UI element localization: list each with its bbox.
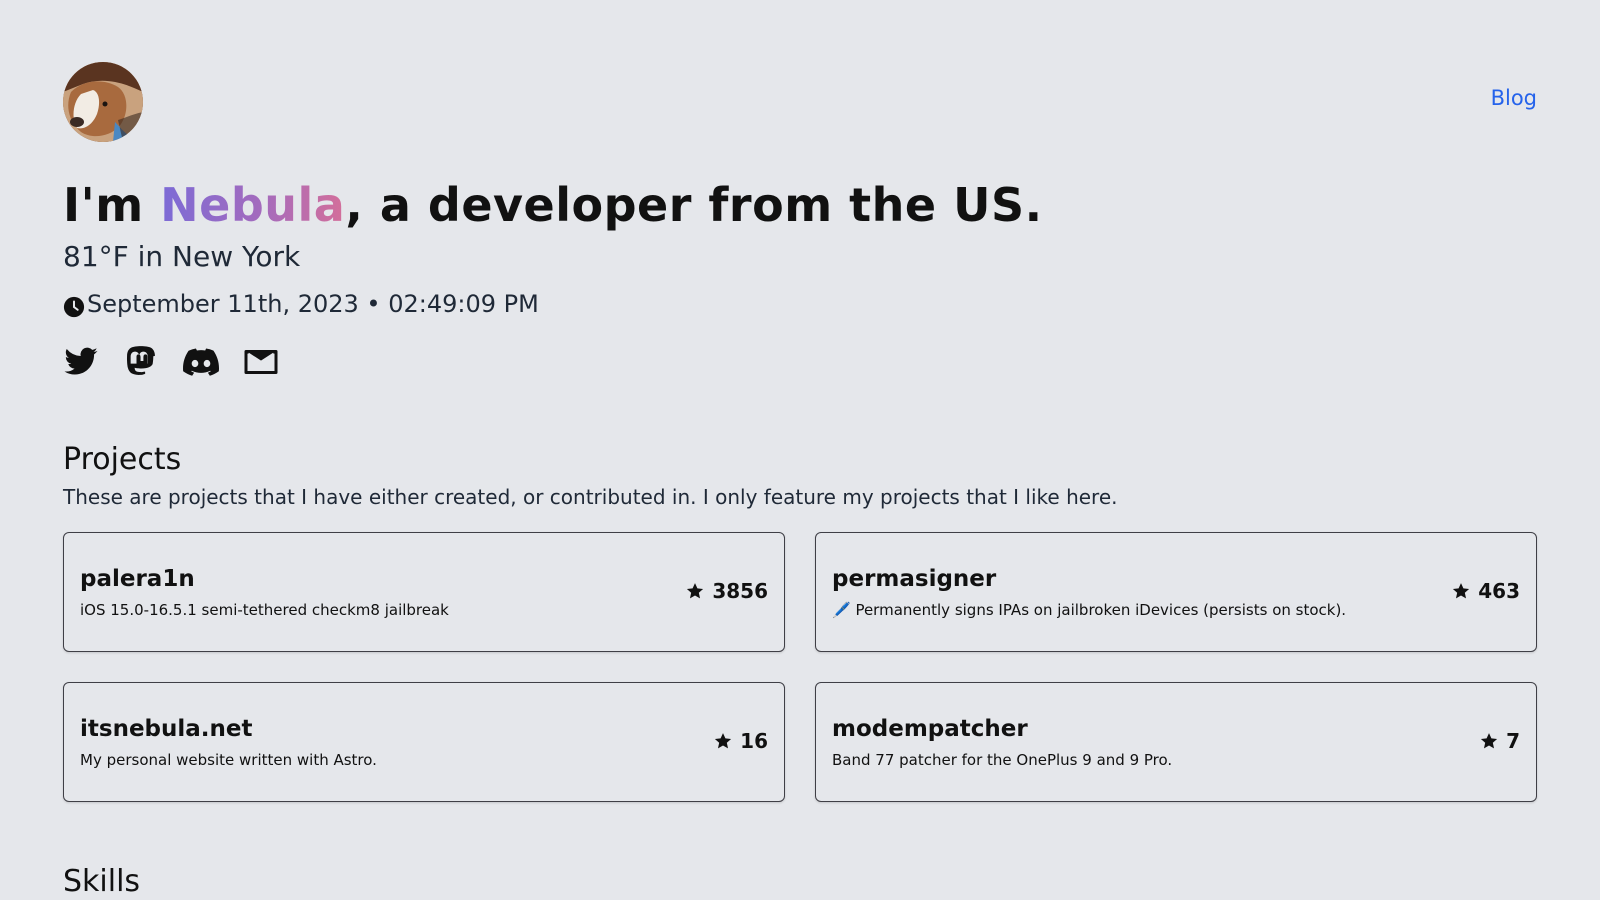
mastodon-link[interactable]: [123, 344, 159, 380]
project-card[interactable]: palera1n iOS 15.0-16.5.1 semi-tethered c…: [63, 532, 785, 652]
project-title: permasigner: [832, 566, 997, 592]
page-title: I'm Nebula, a developer from the US.: [63, 178, 1043, 232]
project-description: Band 77 patcher for the OnePlus 9 and 9 …: [832, 751, 1173, 769]
project-stars: 16: [714, 729, 768, 753]
datetime-text: September 11th, 2023 • 02:49:09 PM: [87, 290, 539, 318]
star-icon: [687, 583, 704, 599]
project-card[interactable]: itsnebula.net My personal website writte…: [63, 682, 785, 802]
project-title: palera1n: [80, 566, 195, 592]
discord-link[interactable]: [183, 344, 219, 380]
headline-name: Nebula: [160, 178, 346, 232]
twitter-link[interactable]: [63, 344, 99, 380]
project-description: iOS 15.0-16.5.1 semi-tethered checkm8 ja…: [80, 601, 449, 619]
headline-prefix: I'm: [63, 178, 161, 232]
project-stars: 463: [1452, 579, 1520, 603]
dog-avatar-icon: [63, 62, 143, 142]
social-links: [63, 344, 279, 380]
blog-link[interactable]: Blog: [1491, 86, 1537, 110]
project-stars: 3856: [686, 579, 768, 603]
project-stars: 7: [1480, 729, 1520, 753]
star-icon: [1453, 583, 1470, 599]
twitter-icon: [64, 347, 98, 375]
top-bar: Blog: [63, 62, 1537, 142]
weather-text: 81°F in New York: [63, 240, 301, 273]
project-card[interactable]: permasigner 🖊️ Permanently signs IPAs on…: [815, 532, 1537, 652]
clock-icon: [63, 296, 85, 318]
projects-grid: palera1n iOS 15.0-16.5.1 semi-tethered c…: [63, 532, 1537, 802]
star-count: 7: [1506, 729, 1520, 753]
projects-heading: Projects: [63, 442, 182, 477]
project-card[interactable]: modempatcher Band 77 patcher for the One…: [815, 682, 1537, 802]
skills-heading: Skills: [63, 864, 141, 899]
avatar: [63, 62, 143, 142]
star-icon: [715, 733, 732, 749]
project-description: My personal website written with Astro.: [80, 751, 377, 769]
project-title: itsnebula.net: [80, 716, 253, 742]
email-link[interactable]: [243, 344, 279, 380]
project-title: modempatcher: [832, 716, 1028, 742]
email-icon: [244, 350, 278, 374]
star-count: 16: [740, 729, 768, 753]
star-icon: [1480, 733, 1498, 749]
star-count: 463: [1478, 579, 1520, 603]
mastodon-icon: [126, 346, 155, 375]
projects-description: These are projects that I have either cr…: [63, 485, 1118, 509]
datetime-row: September 11th, 2023 • 02:49:09 PM: [63, 290, 539, 318]
discord-icon: [183, 348, 219, 376]
headline-suffix: , a developer from the US.: [345, 178, 1043, 232]
star-count: 3856: [712, 579, 768, 603]
page: Blog I'm Nebula, a developer from the US…: [0, 0, 1600, 900]
project-description: 🖊️ Permanently signs IPAs on jailbroken …: [832, 601, 1347, 619]
